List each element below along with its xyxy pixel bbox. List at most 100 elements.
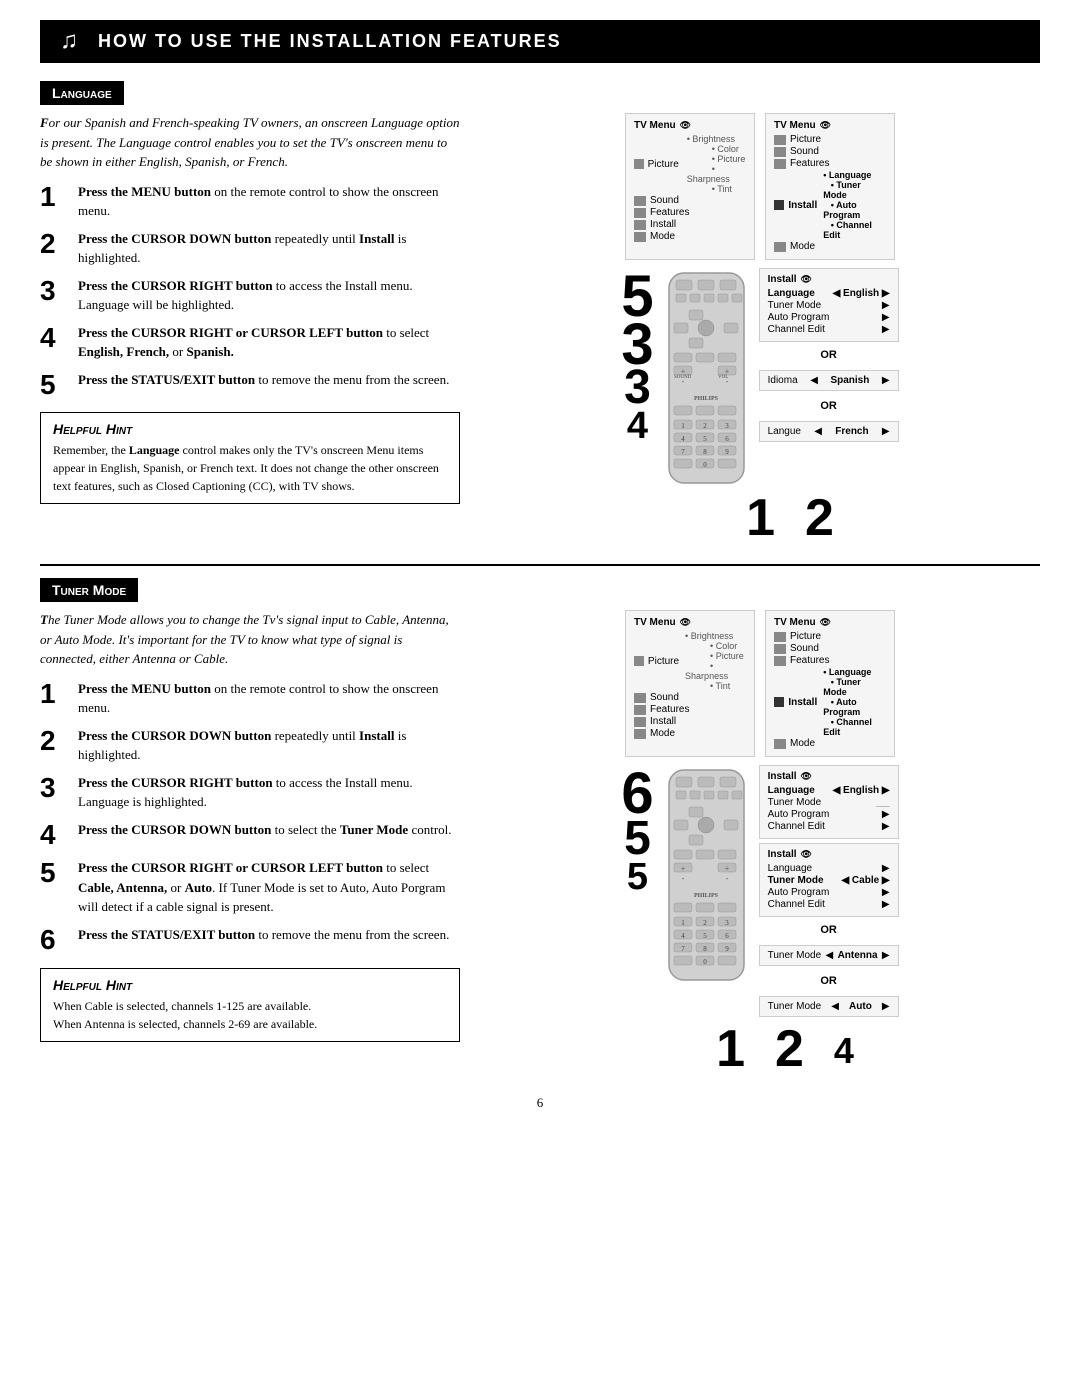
tuner-tv-menu-right-title: TV Menu 👁 xyxy=(774,617,886,628)
tuner-picture-icon-l xyxy=(634,656,644,666)
step-num-3: 3 xyxy=(40,276,70,307)
mode-icon-l xyxy=(634,232,646,242)
svg-text:0: 0 xyxy=(703,461,707,469)
tuner-install-2-language: Language▶ xyxy=(768,863,890,874)
lang-top-panels: TV Menu 👁 Picture • Brightness • Color •… xyxy=(625,113,895,260)
sound-icon-l xyxy=(634,196,646,206)
tuner-remote-svg: + - + - PHILIPS 1 2 3 xyxy=(664,765,749,985)
tuner-step-num-2: 2 xyxy=(40,726,70,757)
lang-or-1: OR xyxy=(759,349,899,361)
svg-text:2: 2 xyxy=(703,919,707,927)
lang-tv-menu-left: TV Menu 👁 Picture • Brightness • Color •… xyxy=(625,113,755,260)
tuner-install-panel-1: Install 👁 Language◀ English ▶ Tuner Mode… xyxy=(759,765,899,839)
step-text-2: Press the CURSOR DOWN button repeatedly … xyxy=(78,229,460,268)
tuner-section-title: Tuner Mode xyxy=(40,578,138,602)
tuner-step-5: 5 Press the CURSOR RIGHT or CURSOR LEFT … xyxy=(40,858,460,917)
tuner-antenna-panel: Tuner Mode ◀ Antenna ▶ xyxy=(759,945,899,966)
language-section: Language For our Spanish and French-spea… xyxy=(40,81,1040,544)
tuner-install-2-title: Install 👁 xyxy=(768,849,890,860)
tuner-menu-mode-l: Mode xyxy=(634,728,746,739)
svg-text:-: - xyxy=(681,874,684,883)
svg-text:+: + xyxy=(724,864,729,873)
tuner-install-1-channel: Channel Edit▶ xyxy=(768,821,890,832)
tuner-install-1-title: Install 👁 xyxy=(768,771,890,782)
tuner-menu-sound-r: Sound xyxy=(774,643,886,654)
tuner-tv-menu-right: TV Menu 👁 Picture Sound Features Install… xyxy=(765,610,895,757)
lang-step-big-1: 1 xyxy=(746,492,775,544)
step-num-2: 2 xyxy=(40,229,70,260)
picture-icon-l xyxy=(634,159,644,169)
tuner-menu-features-r: Features xyxy=(774,655,886,666)
language-step-2: 2 Press the CURSOR DOWN button repeatedl… xyxy=(40,229,460,268)
lang-mid-section: 5 3 3 4 xyxy=(621,268,898,488)
tuner-step-3: 3 Press the CURSOR RIGHT button to acces… xyxy=(40,773,460,812)
svg-text:PHILIPS: PHILIPS xyxy=(694,893,719,899)
tuner-steps: 1 Press the MENU button on the remote co… xyxy=(40,679,460,956)
tuner-hint-box: Helpful Hint When Cable is selected, cha… xyxy=(40,968,460,1042)
tuner-install-panel-2: Install 👁 Language▶ Tuner Mode◀ Cable ▶ … xyxy=(759,843,899,917)
tuner-mode-icon-r xyxy=(774,739,786,749)
lang-langue-panel: Langue ◀ French ▶ xyxy=(759,421,899,442)
lang-idioma-value: Spanish xyxy=(830,375,869,386)
install-icon-l xyxy=(634,220,646,230)
tuner-step-num-5: 5 xyxy=(40,858,70,889)
tuner-intro: The Tuner Mode allows you to change the … xyxy=(40,610,460,669)
lang-install-row-language: Language ◀ English ▶ xyxy=(768,288,890,299)
step-text-5: Press the STATUS/EXIT button to remove t… xyxy=(78,370,449,390)
lang-menu-row-features-l: Features xyxy=(634,207,746,218)
tuner-step-1: 1 Press the MENU button on the remote co… xyxy=(40,679,460,718)
tuner-bottom-nums: 1 2 4 xyxy=(666,1023,854,1075)
svg-text:VOL: VOL xyxy=(718,375,728,380)
svg-text:8: 8 xyxy=(703,945,707,953)
tuner-step-text-1: Press the MENU button on the remote cont… xyxy=(78,679,460,718)
step-text-1: Press the MENU button on the remote cont… xyxy=(78,182,460,221)
lang-remote: + - + - SOUND VOL PHILIPS xyxy=(664,268,749,488)
section-divider xyxy=(40,564,1040,566)
lang-install-row-auto: Auto Program▶ xyxy=(768,312,890,323)
tuner-or-1: OR xyxy=(759,924,899,936)
lang-install-row-channel: Channel Edit▶ xyxy=(768,324,890,335)
svg-text:3: 3 xyxy=(725,422,729,430)
tuner-sound-icon-l xyxy=(634,693,646,703)
svg-text:1: 1 xyxy=(681,919,685,927)
tuner-step-big-4: 4 xyxy=(834,1033,854,1075)
svg-text:-: - xyxy=(725,874,728,883)
lang-menu-row-sound-r: Sound xyxy=(774,146,886,157)
tuner-install-2-auto: Auto Program▶ xyxy=(768,887,890,898)
lang-menu-row-sound-l: Sound xyxy=(634,195,746,206)
svg-text:6: 6 xyxy=(725,435,729,443)
svg-text:7: 7 xyxy=(681,945,685,953)
svg-text:6: 6 xyxy=(725,932,729,940)
lang-menu-row-install-r: Install • Language • Tuner Mode • Auto P… xyxy=(774,170,886,240)
tuner-install-1-language: Language◀ English ▶ xyxy=(768,785,890,796)
language-step-1: 1 Press the MENU button on the remote co… xyxy=(40,182,460,221)
lang-step-big-2: 2 xyxy=(805,492,834,544)
page-title: How to Use the Installation Features xyxy=(98,31,562,52)
step-num-5: 5 xyxy=(40,370,70,401)
tuner-auto-value: Auto xyxy=(849,1001,872,1012)
svg-text:3: 3 xyxy=(725,919,729,927)
lang-right-panels: Install 👁 Language ◀ English ▶ Tuner Mod… xyxy=(759,268,899,444)
lang-or-2: OR xyxy=(759,400,899,412)
language-section-title: Language xyxy=(40,81,124,105)
lang-install-row-tuner: Tuner Mode▶ xyxy=(768,300,890,311)
tuner-tv-menu-left-title: TV Menu 👁 xyxy=(634,617,746,628)
tuner-step-num-1: 1 xyxy=(40,679,70,710)
lang-menu-row-install-l: Install xyxy=(634,219,746,230)
tuner-install-1-auto: Auto Program▶ xyxy=(768,809,890,820)
lang-bottom-nums: 1 2 xyxy=(686,492,834,544)
tuner-install-2-tuner: Tuner Mode◀ Cable ▶ xyxy=(768,875,890,886)
svg-text:7: 7 xyxy=(681,448,685,456)
tuner-hint-title: Helpful Hint xyxy=(53,977,447,993)
tuner-section: Tuner Mode The Tuner Mode allows you to … xyxy=(40,578,1040,1075)
features-icon-r xyxy=(774,159,786,169)
svg-text:0: 0 xyxy=(703,958,707,966)
mode-icon-r xyxy=(774,242,786,252)
tuner-features-icon-l xyxy=(634,705,646,715)
tuner-diagram: TV Menu 👁 Picture • Brightness • Color •… xyxy=(480,610,1040,1075)
lang-idioma-panel: Idioma ◀ Spanish ▶ xyxy=(759,370,899,391)
tuner-step-2: 2 Press the CURSOR DOWN button repeatedl… xyxy=(40,726,460,765)
tuner-step-num-4: 4 xyxy=(40,820,70,851)
tuner-step-num-3: 3 xyxy=(40,773,70,804)
tuner-menu-mode-r: Mode xyxy=(774,738,886,749)
